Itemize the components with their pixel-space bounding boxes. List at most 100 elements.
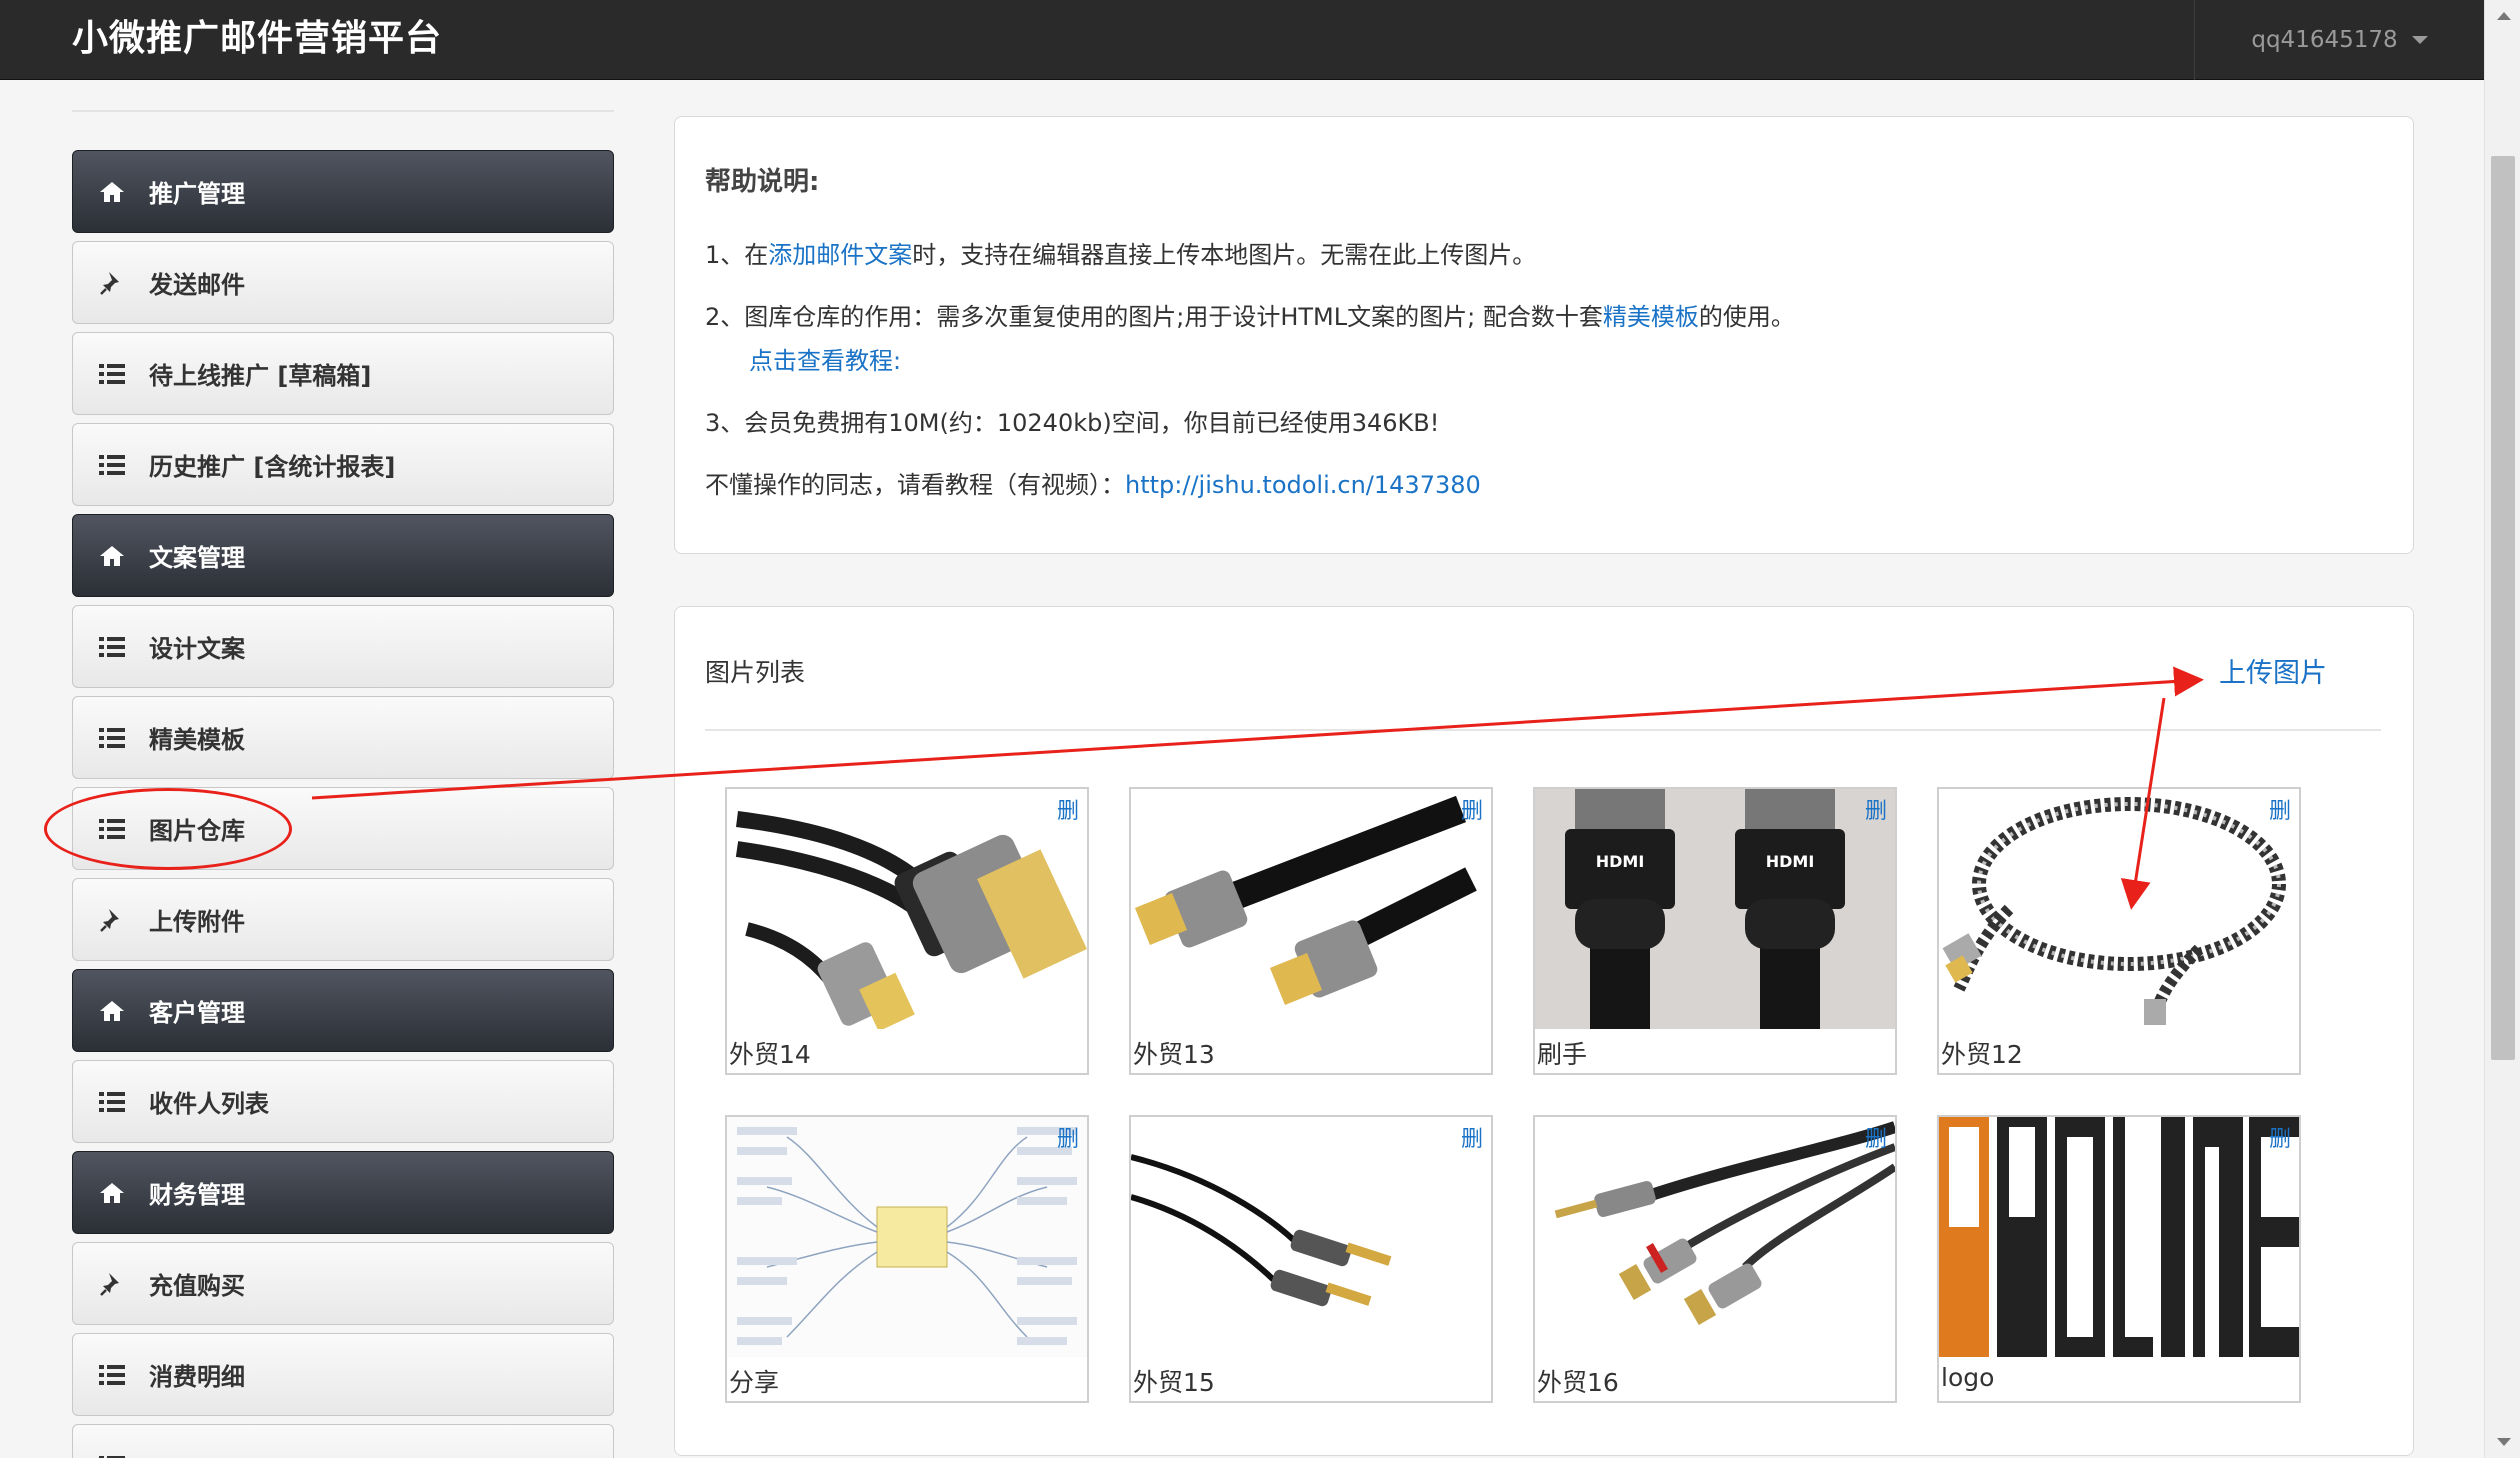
help-text: 不懂操作的同志，请看教程（有视频）： <box>705 471 1125 499</box>
help-line-4: 不懂操作的同志，请看教程（有视频）：http://jishu.todoli.cn… <box>705 465 1481 500</box>
sidebar-item-more[interactable] <box>72 1424 614 1458</box>
annotation-highlight-circle <box>44 788 292 870</box>
help-line-3: 3、会员免费拥有10M(约：10240kb)空间，你目前已经使用346KB! <box>705 409 1440 437</box>
image-thumbnail[interactable] <box>1939 1117 2299 1357</box>
delete-image-button[interactable]: 删 <box>2269 793 2291 825</box>
upload-image-link[interactable]: 上传图片 <box>2219 651 2327 690</box>
sidebar-item-label: 客户管理 <box>149 999 245 1027</box>
help-text: 时，支持在编辑器直接上传本地图片。无需在此上传图片。 <box>912 241 1537 269</box>
top-navbar: 小微推广邮件营销平台 qq41645178 <box>0 0 2484 80</box>
scroll-up-arrow-icon[interactable] <box>2497 12 2511 20</box>
sidebar-header-customers[interactable]: 客户管理 <box>72 969 614 1052</box>
svg-text:HDMI: HDMI <box>1596 852 1645 871</box>
image-card[interactable]: 删 logo <box>1937 1115 2301 1403</box>
image-list-divider <box>705 729 2381 731</box>
image-thumbnail[interactable]: HDMI HDMI <box>1535 789 1895 1029</box>
list-icon <box>97 1451 127 1458</box>
help-line-2: 2、图库仓库的作用：需多次重复使用的图片;用于设计HTML文案的图片; 配合数十… <box>705 297 1795 332</box>
help-line-1: 1、在添加邮件文案时，支持在编辑器直接上传本地图片。无需在此上传图片。 <box>705 235 1536 270</box>
tutorial-url-link[interactable]: http://jishu.todoli.cn/1437380 <box>1125 471 1481 499</box>
image-card[interactable]: 删 外贸13 <box>1129 787 1493 1075</box>
image-card[interactable]: 删 分享 <box>725 1115 1089 1403</box>
sidebar-item-label: 消费明细 <box>149 1363 245 1391</box>
pin-icon <box>97 1269 127 1299</box>
image-caption: logo <box>1941 1363 1995 1392</box>
list-icon <box>97 359 127 389</box>
image-thumbnail[interactable] <box>1131 789 1491 1029</box>
image-card[interactable]: HDMI HDMI 删 刷手 <box>1533 787 1897 1075</box>
sidebar-item-label: 推广管理 <box>149 180 245 208</box>
scroll-down-arrow-icon[interactable] <box>2497 1438 2511 1446</box>
sidebar-item-label: 待上线推广 [草稿箱] <box>149 362 372 390</box>
image-card[interactable]: 删 外贸14 <box>725 787 1089 1075</box>
pin-icon <box>97 268 127 298</box>
sidebar-item-drafts[interactable]: 待上线推广 [草稿箱] <box>72 332 614 415</box>
pin-icon <box>97 905 127 935</box>
sidebar-item-label: 充值购买 <box>149 1272 245 1300</box>
sidebar-header-copywriting[interactable]: 文案管理 <box>72 514 614 597</box>
sidebar-item-label: 历史推广 [含统计报表] <box>149 453 396 481</box>
list-icon <box>97 1360 127 1390</box>
sidebar-divider <box>72 110 614 112</box>
sidebar-item-label: 发送邮件 <box>149 271 245 299</box>
sidebar-item-label: 财务管理 <box>149 1181 245 1209</box>
add-email-copy-link[interactable]: 添加邮件文案 <box>768 241 912 269</box>
home-icon <box>97 996 127 1026</box>
help-panel: 帮助说明: 1、在添加邮件文案时，支持在编辑器直接上传本地图片。无需在此上传图片… <box>674 116 2414 554</box>
help-title: 帮助说明: <box>705 167 820 197</box>
delete-image-button[interactable]: 删 <box>1461 1121 1483 1153</box>
sidebar-item-design-copy[interactable]: 设计文案 <box>72 605 614 688</box>
list-icon <box>97 632 127 662</box>
image-card[interactable]: 删 外贸12 <box>1937 787 2301 1075</box>
image-card[interactable]: 删 外贸16 <box>1533 1115 1897 1403</box>
scroll-thumb[interactable] <box>2491 156 2515 1060</box>
delete-image-button[interactable]: 删 <box>2269 1121 2291 1153</box>
image-thumbnail[interactable] <box>727 789 1087 1029</box>
list-icon <box>97 450 127 480</box>
help-text: 1、在 <box>705 241 769 269</box>
image-list-title: 图片列表 <box>705 658 806 687</box>
page-scrollbar[interactable] <box>2484 0 2520 1458</box>
delete-image-button[interactable]: 删 <box>1461 793 1483 825</box>
svg-text:HDMI: HDMI <box>1766 852 1815 871</box>
sidebar-header-finance[interactable]: 财务管理 <box>72 1151 614 1234</box>
delete-image-button[interactable]: 删 <box>1057 1121 1079 1153</box>
help-text: 2、图库仓库的作用：需多次重复使用的图片;用于设计HTML文案的图片; 配合数十… <box>705 303 1603 331</box>
image-thumbnail[interactable] <box>727 1117 1087 1357</box>
delete-image-button[interactable]: 删 <box>1865 793 1887 825</box>
sidebar-item-label: 上传附件 <box>149 908 245 936</box>
sidebar-item-recharge[interactable]: 充值购买 <box>72 1242 614 1325</box>
list-icon <box>97 1087 127 1117</box>
user-menu-dropdown[interactable]: qq41645178 <box>2194 0 2484 80</box>
delete-image-button[interactable]: 删 <box>1865 1121 1887 1153</box>
sidebar-item-label: 设计文案 <box>149 635 245 663</box>
templates-link[interactable]: 精美模板 <box>1603 303 1699 331</box>
sidebar-item-recipients[interactable]: 收件人列表 <box>72 1060 614 1143</box>
image-caption: 分享 <box>729 1368 780 1397</box>
username: qq41645178 <box>2251 27 2398 53</box>
sidebar-item-label: 精美模板 <box>149 726 245 754</box>
image-caption: 外贸14 <box>729 1040 811 1069</box>
list-icon <box>97 723 127 753</box>
sidebar-item-send-email[interactable]: 发送邮件 <box>72 241 614 324</box>
image-card[interactable]: 删 外贸15 <box>1129 1115 1493 1403</box>
image-caption: 外贸16 <box>1537 1368 1619 1397</box>
sidebar-header-promotion[interactable]: 推广管理 <box>72 150 614 233</box>
image-thumbnail[interactable] <box>1535 1117 1895 1357</box>
sidebar-item-history[interactable]: 历史推广 [含统计报表] <box>72 423 614 506</box>
sidebar-item-expenses[interactable]: 消费明细 <box>72 1333 614 1416</box>
brand-title[interactable]: 小微推广邮件营销平台 <box>72 0 442 80</box>
image-caption: 外贸15 <box>1133 1368 1215 1397</box>
image-list-panel: 图片列表 上传图片 删 外贸14 删 外贸13 HDMI HDMI 删 刷手 删… <box>674 606 2414 1456</box>
sidebar-item-templates[interactable]: 精美模板 <box>72 696 614 779</box>
image-caption: 外贸12 <box>1941 1040 2023 1069</box>
view-tutorial-link[interactable]: 点击查看教程: <box>749 341 901 376</box>
sidebar-item-upload-attachment[interactable]: 上传附件 <box>72 878 614 961</box>
image-caption: 刷手 <box>1537 1040 1588 1069</box>
image-thumbnail[interactable] <box>1131 1117 1491 1357</box>
help-text: 的使用。 <box>1698 303 1795 331</box>
delete-image-button[interactable]: 删 <box>1057 793 1079 825</box>
sidebar-item-label: 文案管理 <box>149 544 245 572</box>
home-icon <box>97 177 127 207</box>
image-thumbnail[interactable] <box>1939 789 2299 1029</box>
